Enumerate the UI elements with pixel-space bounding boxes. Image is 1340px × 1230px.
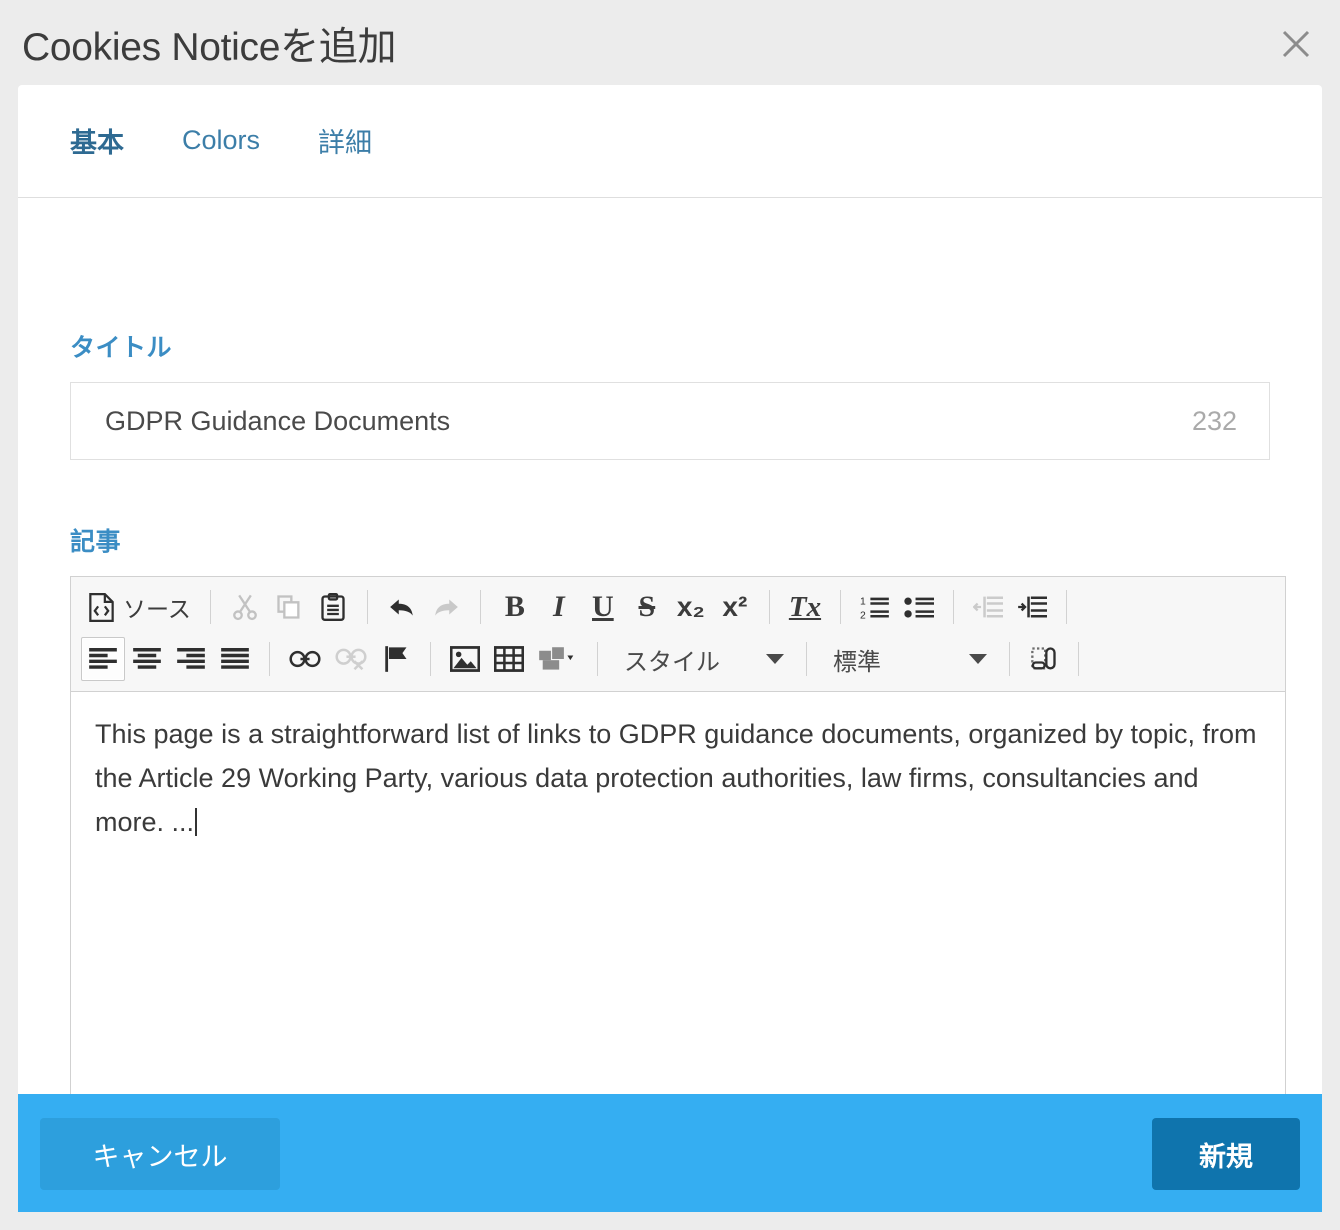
copy-icon[interactable]: [267, 585, 311, 629]
cancel-button[interactable]: キャンセル: [40, 1118, 280, 1190]
title-char-counter: 232: [1191, 405, 1237, 436]
unlink-icon[interactable]: [328, 637, 374, 681]
modal-footer: キャンセル 新規: [18, 1094, 1322, 1212]
toolbar-separator: [430, 642, 431, 676]
remove-format-icon[interactable]: Tx: [782, 585, 828, 629]
editor-body-text-value: This page is a straightforward list of l…: [95, 719, 1257, 837]
svg-text:2: 2: [860, 611, 866, 620]
subscript-glyph: x₂: [676, 591, 705, 622]
italic-glyph: I: [553, 590, 565, 623]
table-icon[interactable]: [487, 637, 531, 681]
toolbar-separator: [768, 590, 770, 624]
page-title: Cookies Noticeを追加: [22, 26, 397, 69]
strikethrough-glyph: S: [638, 590, 656, 623]
outdent-icon[interactable]: [966, 585, 1010, 629]
tab-bar: 基本 Colors 詳細: [18, 85, 1322, 198]
toolbar-separator: [209, 590, 211, 624]
show-blocks-icon[interactable]: [1022, 637, 1066, 681]
undo-icon[interactable]: [380, 585, 424, 629]
bold-glyph: B: [504, 590, 525, 623]
style-dropdown-value: スタイル: [624, 648, 720, 676]
underline-icon[interactable]: U: [581, 585, 625, 629]
bulleted-list-icon[interactable]: [897, 585, 941, 629]
title-field-label: タイトル: [70, 334, 173, 362]
align-center-icon[interactable]: [125, 637, 169, 681]
style-dropdown[interactable]: スタイル: [610, 637, 794, 681]
source-icon[interactable]: ソース: [81, 585, 198, 629]
editor-toolbar-row-1: ソース B I U S x₂ x² Tx 1 2: [81, 581, 1279, 633]
toolbar-separator: [1078, 642, 1079, 676]
toolbar-separator: [269, 642, 270, 676]
indent-icon[interactable]: [1010, 585, 1054, 629]
title-input[interactable]: [71, 383, 1192, 459]
svg-text:1: 1: [860, 597, 866, 608]
toolbar-separator: [953, 590, 955, 624]
editor-body-text: This page is a straightforward list of l…: [95, 712, 1261, 844]
editor-toolbar-row-2: スタイル 標準: [81, 633, 1279, 685]
create-new-button[interactable]: 新規: [1152, 1118, 1300, 1190]
bold-icon[interactable]: B: [493, 585, 537, 629]
toolbar-separator: [479, 590, 481, 624]
toolbar-separator: [1066, 590, 1068, 624]
add-cookies-notice-modal: Cookies Noticeを追加 基本 Colors 詳細 タイトル 232 …: [0, 0, 1340, 1230]
templates-icon[interactable]: [531, 637, 585, 681]
format-dropdown[interactable]: 標準: [819, 637, 997, 681]
underline-glyph: U: [592, 590, 614, 623]
remove-format-glyph: Tx: [788, 590, 822, 623]
toolbar-separator: [597, 642, 598, 676]
editor-content-area[interactable]: This page is a straightforward list of l…: [71, 692, 1285, 1142]
title-field-wrapper: 232: [70, 382, 1270, 460]
source-button-label: ソース: [123, 596, 191, 622]
tab-basic[interactable]: 基本: [70, 121, 124, 162]
numbered-list-icon[interactable]: 1 2: [853, 585, 897, 629]
strikethrough-icon[interactable]: S: [625, 585, 669, 629]
chevron-down-icon: [766, 654, 784, 664]
body-field-label: 記事: [70, 528, 122, 556]
close-icon[interactable]: [1274, 22, 1318, 66]
toolbar-separator: [366, 590, 368, 624]
paste-icon[interactable]: [311, 585, 355, 629]
text-caret: [195, 808, 198, 836]
modal-body: 基本 Colors 詳細 タイトル 232 記事: [18, 85, 1322, 1142]
align-left-icon[interactable]: [81, 637, 125, 681]
subscript-icon[interactable]: x₂: [669, 585, 713, 629]
superscript-glyph: x²: [722, 591, 748, 622]
modal-header: Cookies Noticeを追加: [0, 0, 1340, 85]
toolbar-separator: [1009, 642, 1010, 676]
redo-icon[interactable]: [424, 585, 468, 629]
superscript-icon[interactable]: x²: [713, 585, 757, 629]
chevron-down-icon: [969, 654, 987, 664]
format-dropdown-value: 標準: [833, 648, 881, 676]
tab-colors[interactable]: Colors: [182, 125, 260, 158]
rich-text-editor: ソース B I U S x₂ x² Tx 1 2 スタイル 標準 This pa…: [70, 576, 1286, 1142]
tab-details[interactable]: 詳細: [318, 121, 372, 162]
cut-icon[interactable]: [223, 585, 267, 629]
align-justify-icon[interactable]: [213, 637, 257, 681]
toolbar-separator: [806, 642, 807, 676]
italic-icon[interactable]: I: [537, 585, 581, 629]
link-icon[interactable]: [282, 637, 328, 681]
image-icon[interactable]: [443, 637, 487, 681]
editor-toolbar: ソース B I U S x₂ x² Tx 1 2 スタイル 標準: [71, 577, 1285, 692]
align-right-icon[interactable]: [169, 637, 213, 681]
toolbar-separator: [840, 590, 842, 624]
anchor-flag-icon[interactable]: [374, 637, 418, 681]
